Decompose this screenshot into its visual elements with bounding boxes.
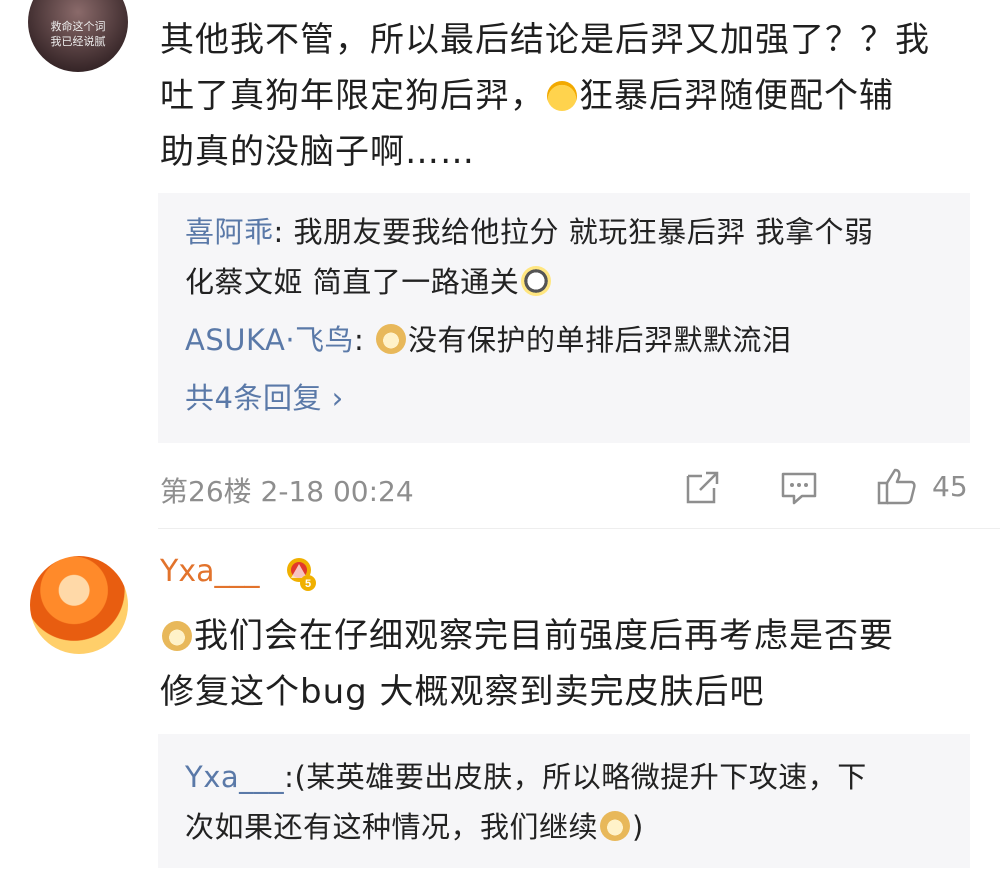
avatar[interactable]: 救命这个词 我已经说腻 — [28, 0, 128, 72]
svg-text:5: 5 — [305, 578, 311, 590]
doge-emoji-icon — [600, 811, 631, 841]
comment-line: 其他我不管，所以最后结论是后羿又加强了？？我 — [160, 20, 930, 60]
comment-line: 我们会在仔细观察完目前强度后再考虑是否要 — [160, 608, 894, 664]
comment-line: 修复这个bug 大概观察到卖完皮肤后吧 — [160, 672, 765, 712]
silly-face-emoji-icon — [521, 266, 552, 296]
doge-emoji-icon — [162, 621, 192, 651]
avatar[interactable] — [30, 556, 128, 654]
reply-text: 没有保护的单排后羿默默流泪 — [408, 323, 792, 357]
reply-text: 我朋友要我给他拉分 就玩狂暴后羿 我拿个弱 — [293, 215, 874, 249]
more-replies-link[interactable]: 共4条回复 › — [185, 373, 344, 423]
reply-preview-box[interactable]: Yxa___:(某英雄要出皮肤，所以略微提升下攻速，下 次如果还有这种情况，我们… — [158, 734, 970, 868]
comment-text: 我们会在仔细观察完目前强度后再考虑是否要 修复这个bug 大概观察到卖完皮肤后吧 — [160, 608, 894, 720]
reply-username[interactable]: Yxa___ — [185, 760, 284, 794]
chevron-right-icon: › — [331, 381, 344, 415]
avatar-caption: 救命这个词 — [50, 20, 106, 33]
divider — [158, 528, 1000, 529]
doge-emoji-icon — [376, 324, 407, 354]
comment-line: 助真的没脑子啊…… — [160, 132, 475, 172]
avatar-caption: 我已经说腻 — [50, 35, 106, 48]
laugh-cry-emoji-icon — [547, 81, 577, 111]
comment-line: 吐了真狗年限定狗后羿， 狂暴后羿随便配个辅 — [160, 76, 894, 116]
timestamp: 2-18 00:24 — [260, 475, 414, 508]
reply-username[interactable]: ASUKA·飞鸟 — [185, 323, 354, 357]
reply-text: (某英雄要出皮肤，所以略微提升下攻速，下 — [294, 760, 867, 794]
reply-username[interactable]: 喜阿乖 — [185, 215, 274, 249]
like-icon[interactable] — [876, 466, 918, 506]
reply-item: Yxa___:(某英雄要出皮肤，所以略微提升下攻速，下 — [185, 760, 867, 794]
comment-icon[interactable] — [780, 470, 818, 506]
comment-meta: 第26楼 2-18 00:24 — [160, 470, 414, 510]
reply-preview-box[interactable]: 喜阿乖: 我朋友要我给他拉分 就玩狂暴后羿 我拿个弱 化蔡文姬 简直了一路通关 … — [158, 193, 970, 443]
floor-number: 第26楼 — [160, 475, 252, 508]
reply-item: 喜阿乖: 我朋友要我给他拉分 就玩狂暴后羿 我拿个弱 — [185, 215, 874, 249]
like-count: 45 — [932, 470, 968, 503]
reply-item-cont: 化蔡文姬 简直了一路通关 — [185, 257, 553, 307]
reply-item-cont: 次如果还有这种情况，我们继续) — [185, 810, 644, 844]
share-icon[interactable] — [684, 470, 722, 506]
crown-badge-icon: 5 — [287, 558, 316, 591]
comment-text: 其他我不管，所以最后结论是后羿又加强了？？我 吐了真狗年限定狗后羿， 狂暴后羿随便… — [160, 12, 930, 180]
username[interactable]: Yxa___ — [160, 554, 259, 589]
reply-item: ASUKA·飞鸟: 没有保护的单排后羿默默流泪 — [185, 323, 792, 357]
